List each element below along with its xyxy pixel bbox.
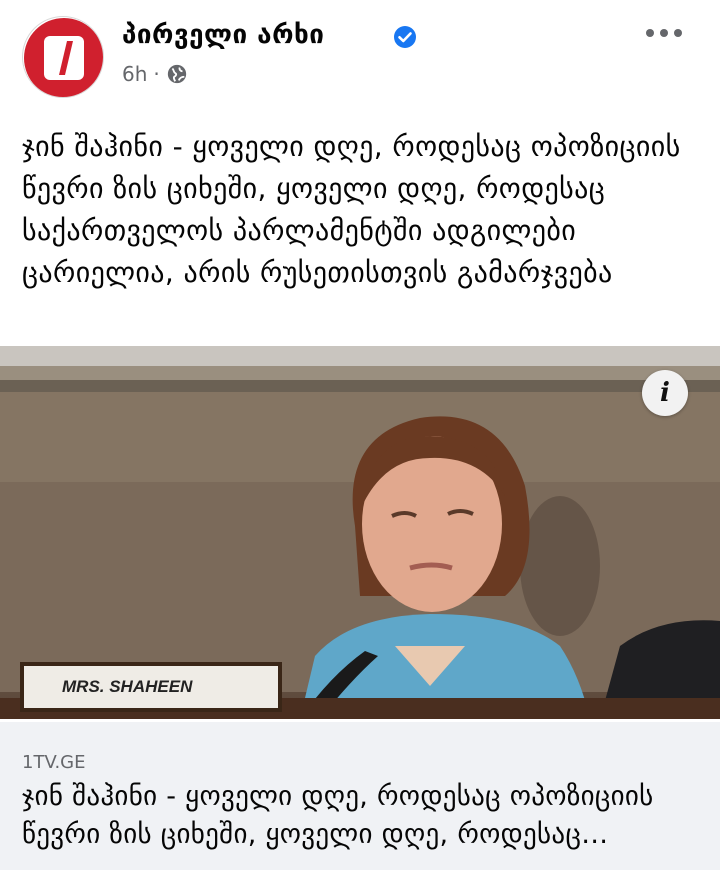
post-timestamp[interactable]: 6h	[122, 62, 147, 86]
post-meta: 6h ·	[122, 62, 188, 86]
info-button[interactable]: i	[642, 370, 688, 416]
link-preview[interactable]: 1TV.GE ჯინ შაჰინი - ყოველი დღე, როდესაც …	[0, 722, 720, 870]
senator-photo-image	[0, 346, 720, 719]
globe-icon[interactable]	[166, 63, 188, 85]
page-name-link[interactable]: პირველი არხი	[122, 20, 324, 50]
verified-badge-icon	[394, 26, 416, 48]
post-photo[interactable]: MRS. SHAHEEN	[0, 346, 720, 719]
link-title[interactable]: ჯინ შაჰინი - ყოველი დღე, როდესაც ოპოზიცი…	[22, 778, 702, 854]
post-message: ჯინ შაჰინი - ყოველი დღე, როდესაც ოპოზიცი…	[22, 130, 681, 289]
nameplate-text: MRS. SHAHEEN	[62, 677, 193, 696]
first-channel-logo-icon	[24, 18, 103, 97]
more-options-icon[interactable]	[642, 22, 686, 44]
post-header: პირველი არხი 6h ·	[0, 0, 720, 110]
meta-separator: ·	[153, 62, 160, 86]
link-domain: 1TV.GE	[22, 752, 86, 773]
page-avatar[interactable]	[22, 16, 104, 98]
